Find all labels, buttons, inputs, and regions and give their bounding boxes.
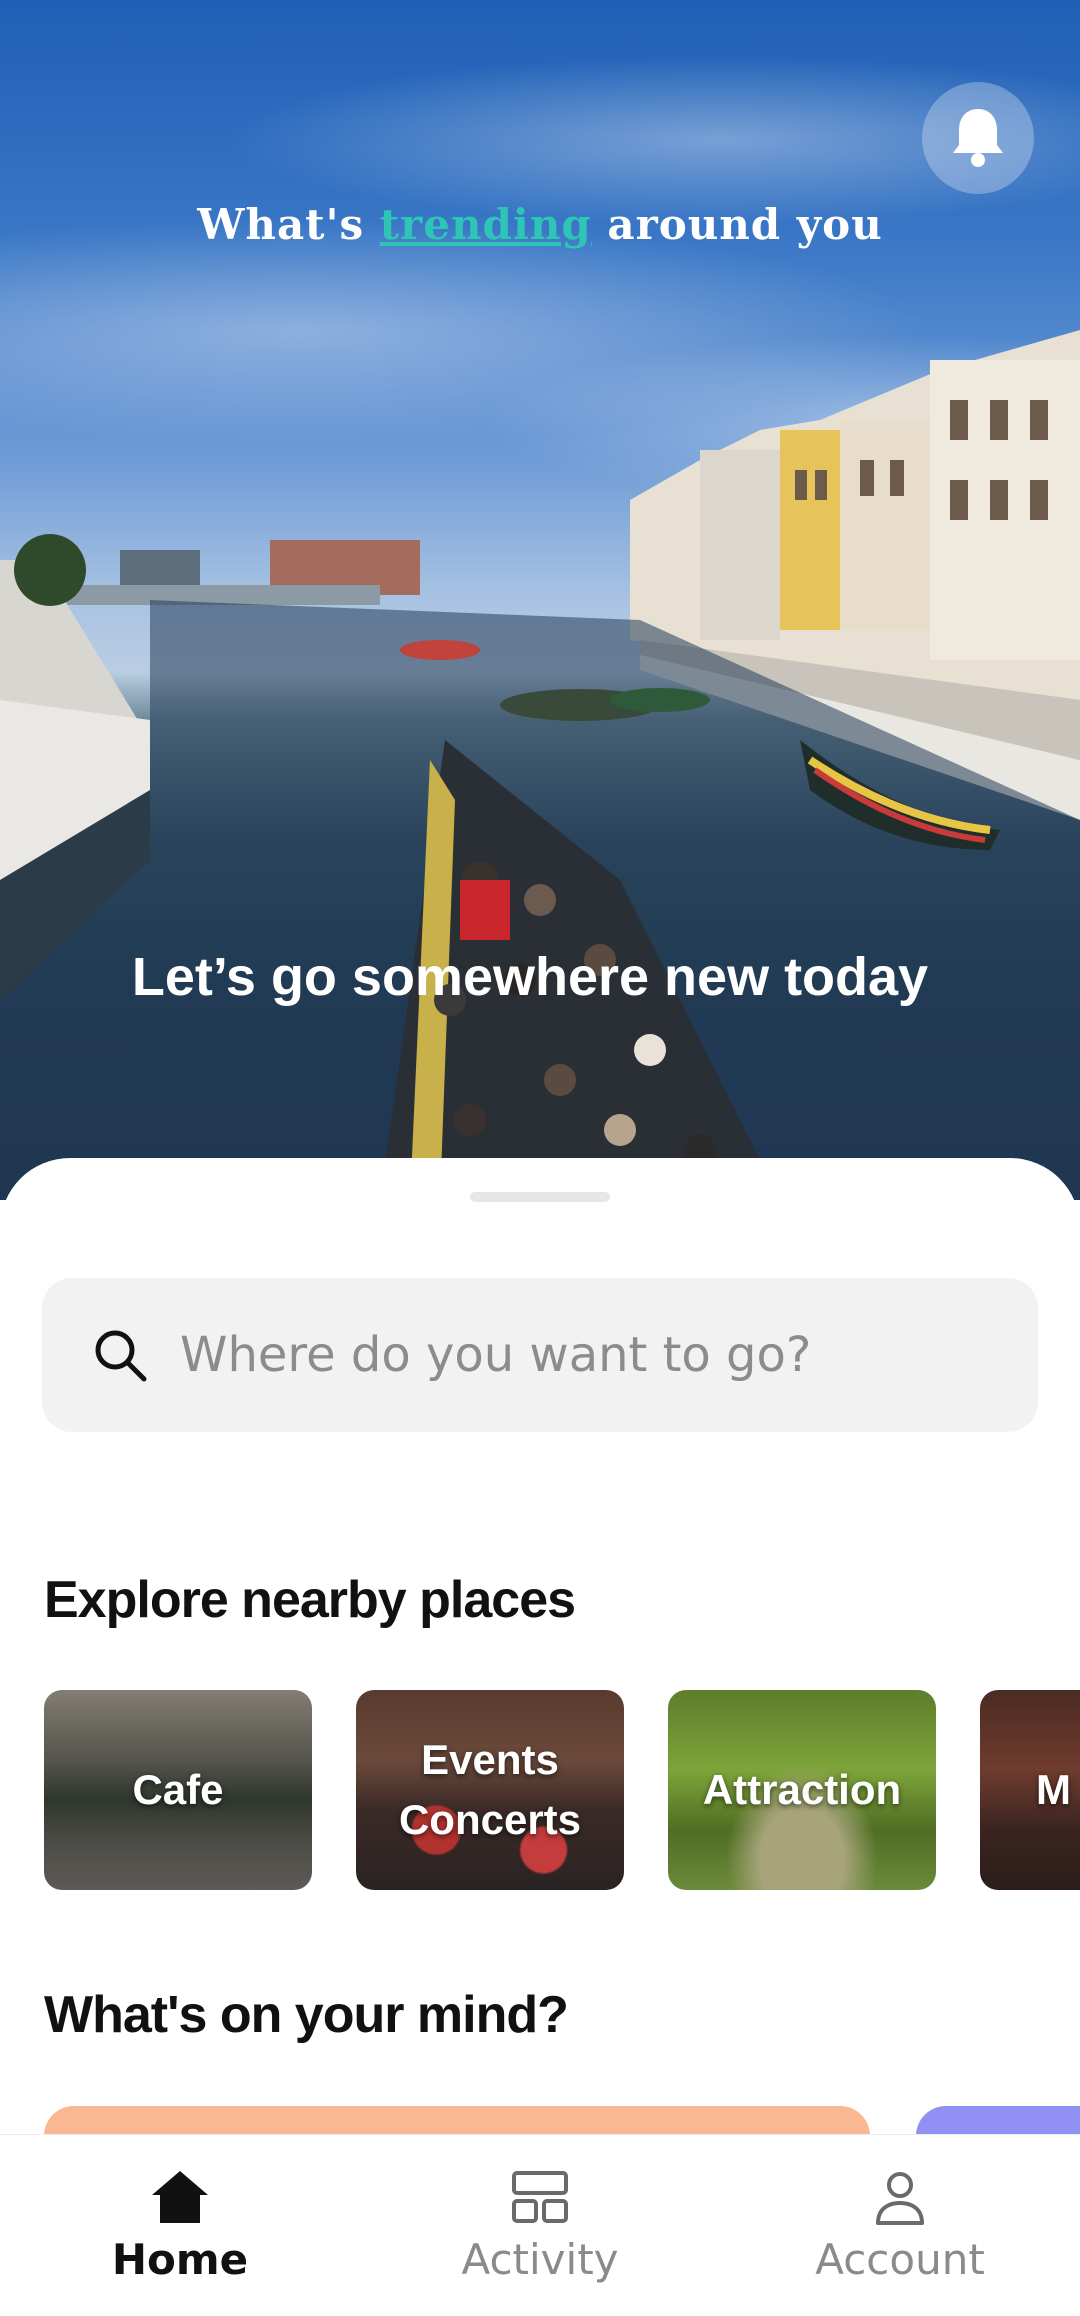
search-icon — [95, 1330, 147, 1382]
notification-button[interactable] — [922, 82, 1034, 194]
activity-icon — [512, 2171, 568, 2223]
explore-section-title: Explore nearby places — [44, 1571, 576, 1629]
search-input[interactable] — [178, 1326, 1002, 1384]
hero-banner: What's trending around you Let’s go some… — [0, 0, 1080, 1200]
nav-label: Activity — [461, 2235, 619, 2284]
category-card-cafe[interactable]: Cafe — [44, 1690, 312, 1890]
home-icon — [152, 2171, 208, 2223]
category-card-partial[interactable]: M — [980, 1690, 1080, 1890]
trending-title: What's trending around you — [0, 200, 1080, 249]
category-label: Cafe — [132, 1766, 224, 1813]
trending-highlight-link[interactable]: trending — [380, 200, 592, 249]
search-bar[interactable] — [42, 1278, 1038, 1432]
hero-tagline: Let’s go somewhere new today — [131, 947, 929, 1007]
nav-item-account[interactable]: Account — [720, 2135, 1080, 2316]
trending-title-suffix: around you — [591, 200, 883, 249]
category-label: M — [1036, 1766, 1071, 1813]
nav-item-activity[interactable]: Activity — [360, 2135, 720, 2316]
nav-item-home[interactable]: Home — [0, 2135, 360, 2316]
category-carousel[interactable]: Cafe Events Concerts Attraction M — [44, 1690, 1080, 1890]
category-label: Attraction — [702, 1766, 902, 1813]
sheet-drag-handle[interactable] — [470, 1192, 610, 1202]
bottom-navigation: Home Activity Account — [0, 2134, 1080, 2316]
hero-scene-image — [0, 330, 1080, 1200]
bell-icon — [953, 109, 1003, 167]
nav-label: Home — [111, 2235, 249, 2284]
category-card-events-concerts[interactable]: Events Concerts — [356, 1690, 624, 1890]
category-card-attraction[interactable]: Attraction — [668, 1690, 936, 1890]
account-icon — [876, 2172, 924, 2225]
nav-label: Account — [815, 2235, 985, 2284]
trending-title-prefix: What's — [197, 200, 380, 249]
mind-section-title: What's on your mind? — [44, 1986, 569, 2044]
category-label: Events Concerts — [398, 1736, 582, 1843]
